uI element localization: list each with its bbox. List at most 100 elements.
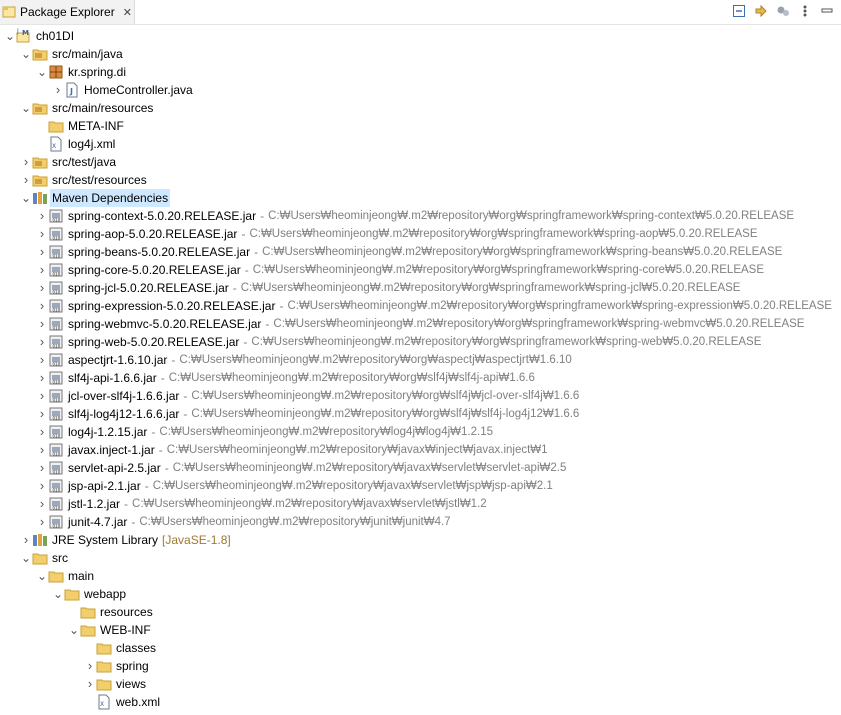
tab-package-explorer[interactable]: Package Explorer ✕	[0, 0, 135, 24]
tree-item[interactable]: › 010 log4j-1.2.15.jar - C:₩Users₩heominjeon…	[0, 423, 841, 441]
path-separator: -	[265, 317, 270, 331]
tree-item[interactable]: classes	[0, 639, 841, 657]
tree-item[interactable]: › 010 spring-jcl-5.0.20.RELEASE.jar - C:₩Use…	[0, 279, 841, 297]
chevron-right-icon[interactable]: ›	[36, 225, 48, 243]
chevron-right-icon[interactable]: ›	[36, 351, 48, 369]
tree-item[interactable]: › 010 slf4j-api-1.6.6.jar - C:₩Users₩heominj…	[0, 369, 841, 387]
path-separator: -	[279, 299, 284, 313]
tree-item[interactable]: › 010 servlet-api-2.5.jar - C:₩Users₩heominj…	[0, 459, 841, 477]
jar-path: C:₩Users₩heominjeong₩.m2₩repository₩java…	[166, 444, 548, 456]
chevron-right-icon[interactable]: ›	[20, 153, 32, 171]
minimize-icon[interactable]	[819, 3, 835, 19]
tree-item[interactable]: › J HomeController.java	[0, 81, 841, 99]
tree-item[interactable]: › 010 jsp-api-2.1.jar - C:₩Users₩heominjeong…	[0, 477, 841, 495]
tree-item[interactable]: › views	[0, 675, 841, 693]
tree-item[interactable]: ⌄ M Jch01DI	[0, 27, 841, 45]
chevron-right-icon[interactable]: ›	[36, 279, 48, 297]
jar-path: C:₩Users₩heominjeong₩.m2₩repository₩org₩…	[268, 210, 795, 222]
chevron-right-icon[interactable]: ›	[36, 315, 48, 333]
view-menu-icon[interactable]	[797, 3, 813, 19]
jar-icon: 010	[48, 424, 64, 440]
tree-item[interactable]: ⌄ main	[0, 567, 841, 585]
path-separator: -	[131, 515, 136, 529]
tree-item[interactable]: ⌄ webapp	[0, 585, 841, 603]
svg-text:010: 010	[53, 380, 61, 385]
tree-item[interactable]: resources	[0, 603, 841, 621]
tree-item[interactable]: › 010 spring-webmvc-5.0.20.RELEASE.jar - C:₩…	[0, 315, 841, 333]
chevron-right-icon[interactable]: ›	[36, 441, 48, 459]
chevron-right-icon[interactable]: ›	[36, 243, 48, 261]
tree-item[interactable]: › spring	[0, 657, 841, 675]
jar-path: C:₩Users₩heominjeong₩.m2₩repository₩org₩…	[168, 372, 535, 384]
folder-icon	[96, 676, 112, 692]
link-editor-icon[interactable]	[753, 3, 769, 19]
tree-item[interactable]: ⌄ Maven Dependencies	[0, 189, 841, 207]
tree-item[interactable]: › 010 aspectjrt-1.6.10.jar - C:₩Users₩heomin…	[0, 351, 841, 369]
chevron-right-icon[interactable]: ›	[36, 423, 48, 441]
tree-item[interactable]: › 010 spring-web-5.0.20.RELEASE.jar - C:₩Use…	[0, 333, 841, 351]
chevron-down-icon[interactable]: ⌄	[20, 189, 32, 207]
tree-item[interactable]: › JRE System Library [JavaSE-1.8]	[0, 531, 841, 549]
tree-item[interactable]: › src/test/resources	[0, 171, 841, 189]
filters-icon[interactable]	[775, 3, 791, 19]
chevron-right-icon[interactable]: ›	[36, 477, 48, 495]
tree-item-label: kr.spring.di	[68, 65, 127, 79]
chevron-right-icon[interactable]: ›	[36, 387, 48, 405]
tree-item[interactable]: Xweb.xml	[0, 693, 841, 711]
chevron-down-icon[interactable]: ⌄	[68, 621, 80, 639]
chevron-right-icon[interactable]: ›	[52, 81, 64, 99]
tree-item[interactable]: › 010 jstl-1.2.jar - C:₩Users₩heominjeong₩.m…	[0, 495, 841, 513]
jar-path: C:₩Users₩heominjeong₩.m2₩repository₩org₩…	[252, 264, 764, 276]
svg-text:010: 010	[53, 254, 61, 259]
chevron-down-icon[interactable]: ⌄	[20, 549, 32, 567]
collapse-all-icon[interactable]	[731, 3, 747, 19]
chevron-right-icon[interactable]: ›	[36, 459, 48, 477]
chevron-right-icon[interactable]: ›	[20, 531, 32, 549]
tree-item[interactable]: › 010 spring-expression-5.0.20.RELEASE.jar…	[0, 297, 841, 315]
chevron-down-icon[interactable]: ⌄	[36, 63, 48, 81]
tree-item[interactable]: › 010 javax.inject-1.jar - C:₩Users₩heominje…	[0, 441, 841, 459]
tree-item-label: spring-beans-5.0.20.RELEASE.jar	[68, 245, 251, 259]
tree-item[interactable]: ⌄ WEB-INF	[0, 621, 841, 639]
tree-item-label: spring-expression-5.0.20.RELEASE.jar	[68, 299, 276, 313]
chevron-down-icon[interactable]: ⌄	[20, 45, 32, 63]
chevron-right-icon[interactable]: ›	[36, 297, 48, 315]
chevron-down-icon[interactable]: ⌄	[36, 567, 48, 585]
tree-item[interactable]: › 010 spring-aop-5.0.20.RELEASE.jar - C:₩Use…	[0, 225, 841, 243]
tree-item[interactable]: Xlog4j.xml	[0, 135, 841, 153]
chevron-right-icon[interactable]: ›	[36, 513, 48, 531]
tree-item[interactable]: › src/test/java	[0, 153, 841, 171]
source-folder-icon	[32, 46, 48, 62]
tree-item-label: META-INF	[68, 119, 124, 133]
svg-text:010: 010	[53, 524, 61, 529]
chevron-right-icon[interactable]: ›	[36, 207, 48, 225]
tree-item[interactable]: › 010 junit-4.7.jar - C:₩Users₩heominjeong₩.…	[0, 513, 841, 531]
tree-item-label: slf4j-api-1.6.6.jar	[68, 371, 157, 385]
tree-item-label: spring	[116, 659, 149, 673]
tree-item[interactable]: ⌄ src/main/resources	[0, 99, 841, 117]
tree-item[interactable]: ⌄ src	[0, 549, 841, 567]
tree-item[interactable]: META-INF	[0, 117, 841, 135]
chevron-right-icon[interactable]: ›	[84, 675, 96, 693]
chevron-down-icon[interactable]: ⌄	[4, 27, 16, 45]
tree-item[interactable]: › 010 slf4j-log4j12-1.6.6.jar - C:₩Users₩heo…	[0, 405, 841, 423]
chevron-down-icon[interactable]: ⌄	[52, 585, 64, 603]
close-icon[interactable]: ✕	[123, 6, 132, 19]
chevron-right-icon[interactable]: ›	[36, 333, 48, 351]
chevron-right-icon[interactable]: ›	[36, 261, 48, 279]
chevron-right-icon[interactable]: ›	[36, 405, 48, 423]
tree-item[interactable]: ⌄ src/main/java	[0, 45, 841, 63]
chevron-right-icon[interactable]: ›	[36, 495, 48, 513]
tree-item[interactable]: › 010 spring-beans-5.0.20.RELEASE.jar - C:₩U…	[0, 243, 841, 261]
tree-item-label: slf4j-log4j12-1.6.6.jar	[68, 407, 180, 421]
tree-item[interactable]: › 010 spring-core-5.0.20.RELEASE.jar - C:₩Us…	[0, 261, 841, 279]
tree-item[interactable]: ⌄ kr.spring.di	[0, 63, 841, 81]
jar-path: C:₩Users₩heominjeong₩.m2₩repository₩org₩…	[273, 318, 805, 330]
chevron-right-icon[interactable]: ›	[36, 369, 48, 387]
chevron-right-icon[interactable]: ›	[84, 657, 96, 675]
jar-icon: 010	[48, 208, 64, 224]
chevron-right-icon[interactable]: ›	[20, 171, 32, 189]
tree-item[interactable]: › 010 jcl-over-slf4j-1.6.6.jar - C:₩Users₩he…	[0, 387, 841, 405]
tree-item[interactable]: › 010 spring-context-5.0.20.RELEASE.jar - C:…	[0, 207, 841, 225]
chevron-down-icon[interactable]: ⌄	[20, 99, 32, 117]
